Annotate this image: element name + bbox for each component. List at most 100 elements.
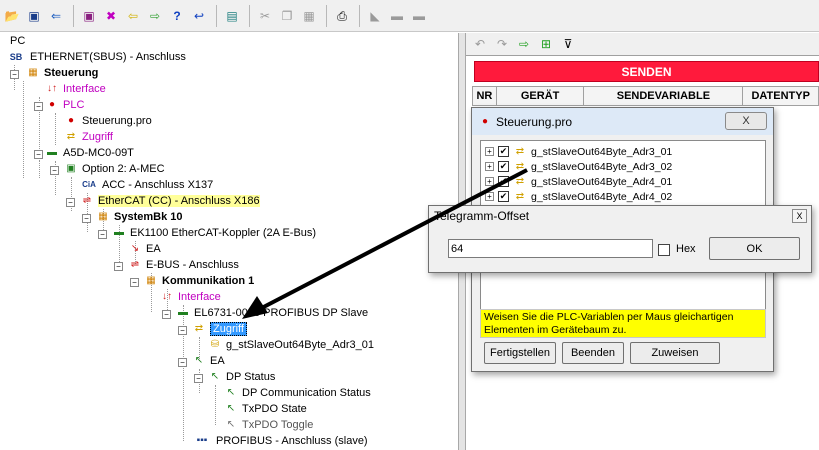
expander-minus[interactable]: − — [130, 278, 139, 287]
col-geraet[interactable]: GERÄT — [497, 87, 585, 105]
toolbar-separator — [249, 4, 250, 27]
fertigstellen-button[interactable]: Fertigstellen — [484, 342, 556, 364]
cut-icon[interactable]: ✂ — [255, 6, 275, 26]
add-row-icon[interactable]: ⇨ — [514, 34, 534, 54]
tree-node-systembk[interactable]: ▦ SystemBk 10 — [96, 209, 182, 225]
tree-node-ethercat[interactable]: ⇌ EtherCAT (CC) - Anschluss X186 — [80, 193, 260, 209]
tree-node-zugriff[interactable]: ⇄ Zugriff — [64, 129, 113, 145]
save-as-icon[interactable]: ▣ — [79, 6, 99, 26]
import-icon[interactable]: ⇐ — [46, 6, 66, 26]
access-icon: ⇄ — [515, 190, 525, 202]
offset-input[interactable] — [448, 239, 653, 258]
offset-dialog-close-button[interactable]: X — [792, 209, 807, 223]
zuweisen-button[interactable]: Zuweisen — [630, 342, 720, 364]
tree-node-ea[interactable]: ↘ EA — [128, 241, 161, 257]
tree-node-ebus[interactable]: ⇌ E-BUS - Anschluss — [128, 257, 239, 273]
variable-window-close-button[interactable]: X — [725, 112, 767, 130]
access-icon: ⇄ — [66, 131, 76, 142]
insert-icon[interactable]: ⊞ — [536, 34, 556, 54]
tree-connector — [39, 161, 40, 178]
tree-node-ea-2[interactable]: ↖ EA — [192, 353, 225, 369]
tree-node-interface[interactable]: ↓↑ Interface — [45, 81, 106, 97]
expand-plus-icon[interactable]: + — [485, 177, 494, 186]
redo-icon[interactable]: ↷ — [492, 34, 512, 54]
tree-node-ek1100[interactable]: ▬ EK1100 EtherCAT-Koppler (2A E-Bus) — [112, 225, 316, 241]
access-icon: ⇄ — [515, 175, 525, 187]
tree-node-steuerung[interactable]: ▦ Steuerung — [26, 65, 98, 81]
save-icon[interactable]: ▣ — [24, 6, 44, 26]
tree-node-a5d[interactable]: ▬ A5D-MC0-09T — [45, 145, 134, 161]
tree-node-plc[interactable]: ● PLC — [45, 97, 84, 113]
context-help-icon[interactable]: ↩ — [189, 6, 209, 26]
tree-node-interface-2[interactable]: ↓↑ Interface — [160, 289, 221, 305]
col-datentyp[interactable]: DATENTYP — [743, 87, 818, 105]
hex-checkbox[interactable] — [658, 244, 670, 256]
expander-minus[interactable]: − — [98, 230, 107, 239]
expander-minus[interactable]: − — [82, 214, 91, 223]
property-icon[interactable]: ◣ — [365, 6, 385, 26]
io-icon: ↖ — [194, 355, 204, 366]
expander-minus[interactable]: − — [34, 102, 43, 111]
expander-minus[interactable]: − — [50, 166, 59, 175]
expand-plus-icon[interactable]: + — [485, 147, 494, 156]
device-tree[interactable]: PC SB ETHERNET(SBUS) - Anschluss − ▦ Steue… — [0, 33, 458, 450]
undo-icon[interactable]: ↶ — [470, 34, 490, 54]
access-icon: ⇄ — [194, 323, 204, 334]
senden-header[interactable]: SENDEN — [474, 61, 819, 82]
tree-node-pc[interactable]: PC — [10, 33, 25, 49]
tree-node-txpdo-state[interactable]: ↖ TxPDO State — [224, 401, 307, 417]
print-icon[interactable]: ⎙ — [332, 6, 352, 26]
expander-minus[interactable]: − — [194, 374, 203, 383]
help-icon[interactable]: ? — [167, 6, 187, 26]
expander-minus[interactable]: − — [178, 326, 187, 335]
checkbox-checked[interactable]: ✔ — [498, 191, 509, 202]
col-sendevariable[interactable]: SENDEVARIABLE — [584, 87, 744, 105]
expander-minus[interactable]: − — [114, 262, 123, 271]
offset-dialog-title[interactable]: Telegramm-Offset — [429, 206, 811, 226]
variable-item[interactable]: + ✔ ⇄ g_stSlaveOut64Byte_Adr4_01 — [485, 174, 672, 189]
expand-plus-icon[interactable]: + — [485, 162, 494, 171]
tree-node-variable[interactable]: ⛁ g_stSlaveOut64Byte_Adr3_01 — [208, 337, 374, 353]
tree-node-kommunikation[interactable]: ▦ Kommunikation 1 — [144, 273, 254, 289]
tree-node-option2[interactable]: ▣ Option 2: A-MEC — [64, 161, 164, 177]
checkbox-checked[interactable]: ✔ — [498, 176, 509, 187]
forward-icon[interactable]: ⇨ — [145, 6, 165, 26]
delete-icon[interactable]: ✖ — [101, 6, 121, 26]
back-icon[interactable]: ⇦ — [123, 6, 143, 26]
expander-minus[interactable]: − — [34, 150, 43, 159]
tool-b-icon[interactable]: ▬ — [409, 6, 429, 26]
toolbar-separator — [326, 4, 327, 27]
tree-node-dp-comm[interactable]: ↖ DP Communication Status — [224, 385, 371, 401]
checkbox-checked[interactable]: ✔ — [498, 161, 509, 172]
checkbox-checked[interactable]: ✔ — [498, 146, 509, 157]
expander-minus[interactable]: − — [66, 198, 75, 207]
calculator-icon[interactable]: ▤ — [222, 6, 242, 26]
variable-item[interactable]: + ✔ ⇄ g_stSlaveOut64Byte_Adr3_02 — [485, 159, 672, 174]
tree-node-el6731[interactable]: ▬ EL6731-0010 PROFIBUS DP Slave — [176, 305, 368, 321]
tree-node-zugriff-2[interactable]: ⇄ Zugriff — [192, 321, 247, 337]
ok-button[interactable]: OK — [709, 237, 800, 260]
expander-minus[interactable]: − — [162, 310, 171, 319]
module-icon: ▬ — [47, 147, 57, 158]
tree-node-txpdo-toggle[interactable]: ↖ TxPDO Toggle — [224, 417, 314, 433]
tree-node-acc[interactable]: CiA ACC - Anschluss X137 — [80, 177, 213, 193]
filter-icon[interactable]: ⊽ — [558, 34, 578, 54]
copy-icon[interactable]: ❐ — [277, 6, 297, 26]
variable-item[interactable]: + ✔ ⇄ g_stSlaveOut64Byte_Adr3_01 — [485, 144, 672, 159]
tree-node-steuerung-pro[interactable]: ● Steuerung.pro — [64, 113, 152, 129]
tree-node-ethernet[interactable]: SB ETHERNET(SBUS) - Anschluss — [6, 49, 186, 65]
expander-minus[interactable]: − — [10, 70, 19, 79]
open-folder-icon[interactable]: 📂 — [2, 6, 22, 26]
signal-icon: ↖ — [226, 403, 236, 414]
tree-connector — [23, 81, 24, 178]
tool-a-icon[interactable]: ▬ — [387, 6, 407, 26]
expand-plus-icon[interactable]: + — [485, 192, 494, 201]
variable-item[interactable]: + ✔ ⇄ g_stSlaveOut64Byte_Adr4_02 — [485, 189, 672, 204]
ethercat-icon: ⇌ — [82, 195, 92, 206]
paste-icon[interactable]: ▦ — [299, 6, 319, 26]
tree-node-dp-status[interactable]: ↖ DP Status — [208, 369, 276, 385]
beenden-button[interactable]: Beenden — [562, 342, 624, 364]
expander-minus[interactable]: − — [178, 358, 187, 367]
col-nr[interactable]: NR — [473, 87, 497, 105]
tree-node-profibus[interactable]: ▪▪▪ PROFIBUS - Anschluss (slave) — [192, 433, 368, 449]
